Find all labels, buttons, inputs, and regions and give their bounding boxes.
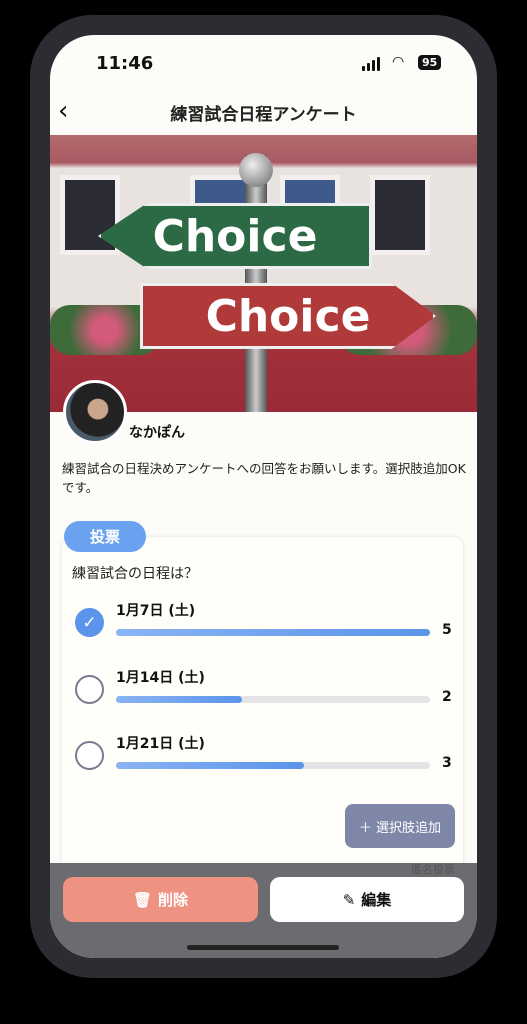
avatar[interactable] <box>63 380 127 444</box>
poll-question: 練習試合の日程は？ <box>72 566 198 582</box>
nav-bar: ‹ 練習試合日程アンケート <box>50 90 477 135</box>
battery-icon: 95 <box>418 55 442 70</box>
author-name: なかぽん <box>129 425 185 441</box>
status-bar: 11:46 ◠ 95 <box>50 35 477 90</box>
option-label: 1月21日 (土) <box>116 736 205 752</box>
vote-bar-fill <box>116 762 305 769</box>
signal-icon <box>362 57 380 71</box>
page-title: 練習試合日程アンケート <box>170 105 357 125</box>
radio-button[interactable] <box>75 741 104 770</box>
banner-image: Choice Choice <box>50 135 477 412</box>
poll-option[interactable]: 1月14日 (土) 2 <box>50 667 477 717</box>
poll-option[interactable]: ✓ 1月7日 (土) 5 <box>50 600 477 650</box>
delete-button[interactable]: 🗑 削除 <box>63 877 258 922</box>
clock: 11:46 <box>96 53 154 74</box>
pencil-icon: ✎ <box>342 890 356 909</box>
vote-bar <box>116 762 430 769</box>
poll-badge: 投票 <box>64 521 146 552</box>
anonymous-label: 匿名投票 <box>411 863 455 876</box>
vote-count: 3 <box>442 755 452 771</box>
screen: 11:46 ◠ 95 ‹ 練習試合日程アンケート Choice Choice な… <box>50 35 477 958</box>
wifi-icon: ◠ <box>392 54 405 70</box>
sign-left: Choice <box>98 203 372 269</box>
radio-button[interactable] <box>75 675 104 704</box>
check-circle-icon[interactable]: ✓ <box>75 608 104 637</box>
vote-count: 5 <box>442 622 452 638</box>
add-option-button[interactable]: ＋ 選択肢追加 <box>345 804 455 848</box>
vote-bar <box>116 696 430 703</box>
vote-bar <box>116 629 430 636</box>
description: 練習試合の日程決めアンケートへの回答をお願いします。選択肢追加OKです。 <box>62 461 466 495</box>
home-indicator <box>187 945 339 950</box>
option-label: 1月7日 (土) <box>116 603 196 619</box>
vote-bar-fill <box>116 629 430 636</box>
edit-button[interactable]: ✎ 編集 <box>270 877 464 922</box>
vote-count: 2 <box>442 689 452 705</box>
sign-right: Choice <box>140 283 436 349</box>
option-label: 1月14日 (土) <box>116 670 205 686</box>
trash-icon: 🗑 <box>132 890 153 909</box>
poll-option[interactable]: 1月21日 (土) 3 <box>50 733 477 783</box>
vote-bar-fill <box>116 696 242 703</box>
